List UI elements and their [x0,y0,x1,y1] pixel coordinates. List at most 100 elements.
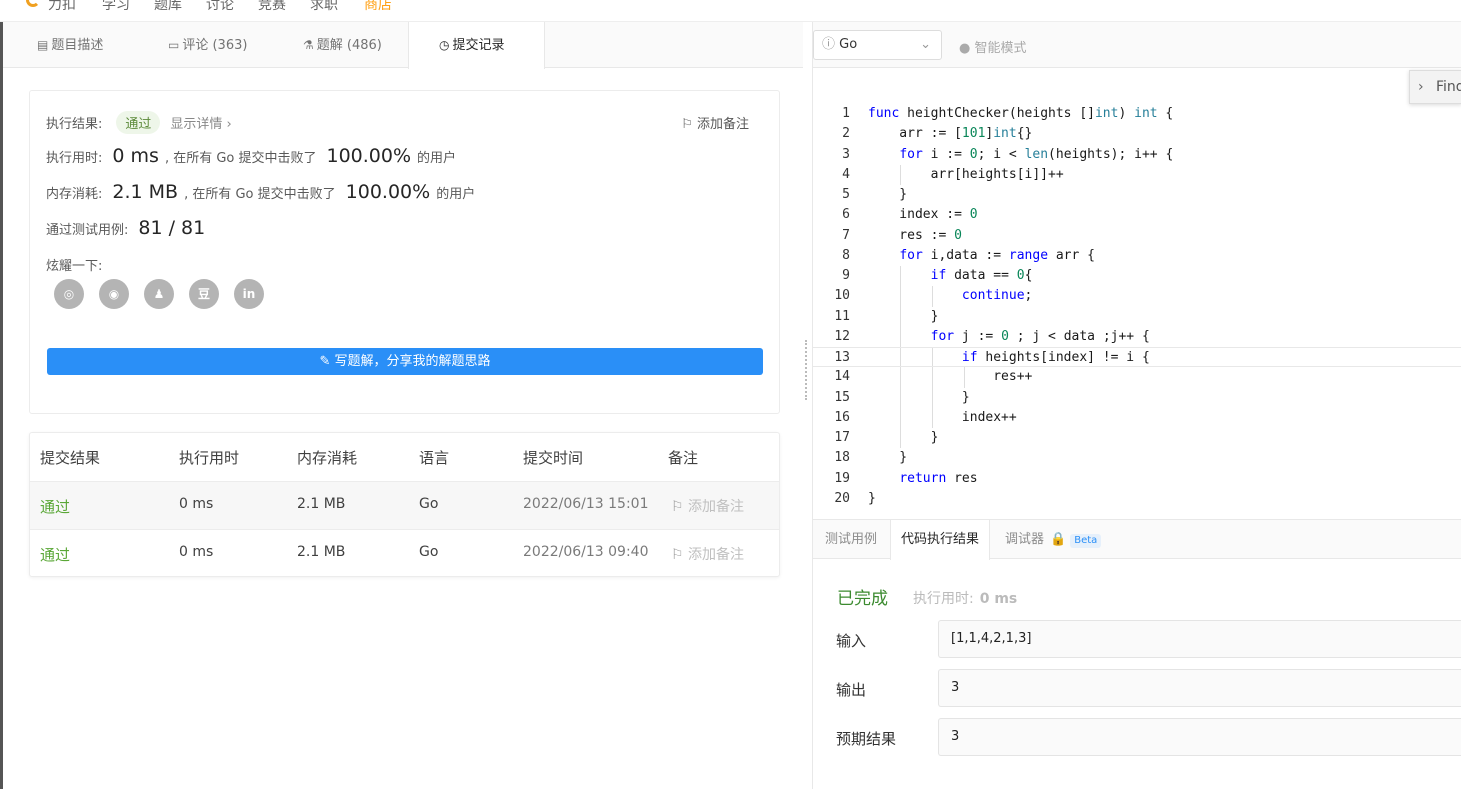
comment-icon: ▭ [168,38,180,52]
code-text: if data == 0{ [930,268,1033,283]
expected-field: 3 [938,718,1461,756]
memory-row: 内存消耗: 2.1 MB , 在所有 Go 提交中击败了 100.00% 的用户 [46,181,475,203]
runtime-label: 执行用时: [46,151,103,166]
nav-item-problems[interactable]: 题库 [154,0,182,14]
line-number: 2 [842,126,850,142]
code-line[interactable]: 8 for i,data := range arr { [813,246,1461,266]
add-note-button[interactable]: ⚐ 添加备注 [681,113,749,132]
beta-badge: Beta [1070,534,1102,548]
logo-text[interactable]: 力扣 [48,0,76,14]
tab-debugger[interactable]: 调试器 🔒 Beta [1005,520,1102,560]
memory-label: 内存消耗: [46,187,103,202]
exec-time-value: 0 ms [979,591,1018,607]
editor-toolbar: ⓘ Go ⌄ ● 智能模式 [813,22,1461,68]
line-number: 11 [834,308,850,324]
code-line[interactable]: 3 for i := 0; i < len(heights); i++ { [813,145,1461,165]
code-line[interactable]: 11 } [813,306,1461,327]
memory-beat-text: , 在所有 Go 提交中击败了 [184,187,336,202]
code-line[interactable]: 12 for j := 0 ; j < data ;j++ { [813,326,1461,347]
tab-solutions[interactable]: ⚗ 题解 (486) [295,22,382,68]
table-row[interactable]: 通过 0 ms 2.1 MB Go 2022/06/13 15:01 ⚐ 添加备… [30,481,779,529]
language-cell: Go [419,496,439,512]
users-text: 的用户 [417,151,457,166]
code-line[interactable]: 17 } [813,428,1461,449]
col-header-note: 备注 [668,449,699,467]
result-row: 执行结果: 通过 显示详情 › [46,111,232,134]
line-number: 17 [834,430,850,445]
exec-time-label: 执行用时: [913,591,974,607]
tab-label: 题目描述 [51,38,104,53]
code-line[interactable]: 5 } [813,185,1461,205]
dot-icon: ● [959,41,975,56]
language-value: Go [839,37,858,52]
find-input[interactable]: Find [1436,79,1461,95]
code-line[interactable]: 16 index++ [813,407,1461,428]
tab-submissions[interactable]: ◷ 提交记录 [408,22,545,69]
status-link[interactable]: 通过 [40,496,70,517]
code-line[interactable]: 7 res := 0 [813,226,1461,246]
nav-item-store[interactable]: 商店 [364,0,392,14]
memory-percent: 100.00% [345,181,431,203]
code-text: res := 0 [868,227,962,243]
tab-comments[interactable]: ▭ 评论 (363) [160,22,247,68]
code-line[interactable]: 10 continue; [813,286,1461,307]
status-link[interactable]: 通过 [40,544,70,565]
line-number: 14 [834,369,850,385]
douban-icon[interactable]: 豆 [189,279,219,309]
chevron-right-icon[interactable]: › [1418,79,1424,95]
debugger-label: 调试器 [1005,532,1045,547]
code-text: continue; [961,288,1033,304]
result-card: 执行结果: 通过 显示详情 › ⚐ 添加备注 执行用时: 0 ms , 在所有 Go 提… [29,90,780,414]
code-editor[interactable]: 1 func heightChecker(heights []int) int {… [813,104,1461,509]
tab-run-result[interactable]: 代码执行结果 [890,520,991,560]
linkedin-icon[interactable]: in [234,279,264,309]
output-field: 3 [938,669,1461,707]
testcases-row: 通过测试用例: 81 / 81 [46,217,211,239]
code-text: index := 0 [868,207,978,223]
tab-label: 评论 (363) [182,38,248,53]
code-line[interactable]: 20} [813,489,1461,509]
tab-description[interactable]: ▤ 题目描述 [29,22,103,68]
flask-icon: ⚗ [303,38,314,52]
tab-testcase[interactable]: 测试用例 [825,520,877,560]
flag-icon: ⚐ [671,499,689,515]
code-line[interactable]: 18 } [813,448,1461,468]
find-widget[interactable]: › Find [1409,70,1461,104]
code-line[interactable]: 1 func heightChecker(heights []int) int { [813,104,1461,124]
code-text: } [868,389,970,405]
show-details-link[interactable]: 显示详情 › [170,117,231,132]
runtime-row: 执行用时: 0 ms , 在所有 Go 提交中击败了 100.00% 的用户 [46,145,456,167]
leetcode-logo-icon[interactable] [26,0,40,7]
nav-item-learn[interactable]: 学习 [102,0,130,14]
table-row[interactable]: 通过 0 ms 2.1 MB Go 2022/06/13 09:40 ⚐ 添加备… [30,529,779,577]
expected-label: 预期结果 [836,730,897,748]
line-number: 12 [834,328,850,344]
nav-item-contest[interactable]: 竞赛 [258,0,286,14]
exec-time: 执行用时: 0 ms [913,588,1017,608]
line-number: 5 [842,187,850,202]
add-note-label: 添加备注 [688,499,745,515]
code-line[interactable]: 6 index := 0 [813,205,1461,225]
code-line[interactable]: 13 if heights[index] != i { [813,347,1461,368]
code-line[interactable]: 14 res++ [813,367,1461,388]
write-solution-button[interactable]: ✎ 写题解，分享我的解题思路 [47,348,763,375]
add-note-button[interactable]: ⚐ 添加备注 [671,496,744,516]
code-text: return res [899,470,978,486]
code-line[interactable]: 9 if data == 0{ [813,266,1461,287]
code-line[interactable]: 2 arr := [101]int{} [813,124,1461,144]
add-note-button[interactable]: ⚐ 添加备注 [671,544,744,564]
qq-icon[interactable]: ♟ [144,279,174,309]
line-number: 18 [834,450,850,466]
smart-mode-toggle[interactable]: ● 智能模式 [959,37,1027,56]
result-label: 执行结果: [46,117,103,132]
code-line[interactable]: 15 } [813,387,1461,408]
code-line[interactable]: 19 return res [813,469,1461,489]
code-text: if heights[index] != i { [961,350,1150,365]
weibo-icon[interactable]: ◉ [99,279,129,309]
code-line[interactable]: 4 arr[heights[i]]++ [813,164,1461,185]
nav-item-discuss[interactable]: 讨论 [206,0,234,14]
nav-item-jobs[interactable]: 求职 [310,0,338,14]
wechat-icon[interactable]: ◎ [54,279,84,309]
panel-resize-handle[interactable] [805,340,808,400]
language-select[interactable]: ⓘ Go ⌄ [813,30,942,60]
